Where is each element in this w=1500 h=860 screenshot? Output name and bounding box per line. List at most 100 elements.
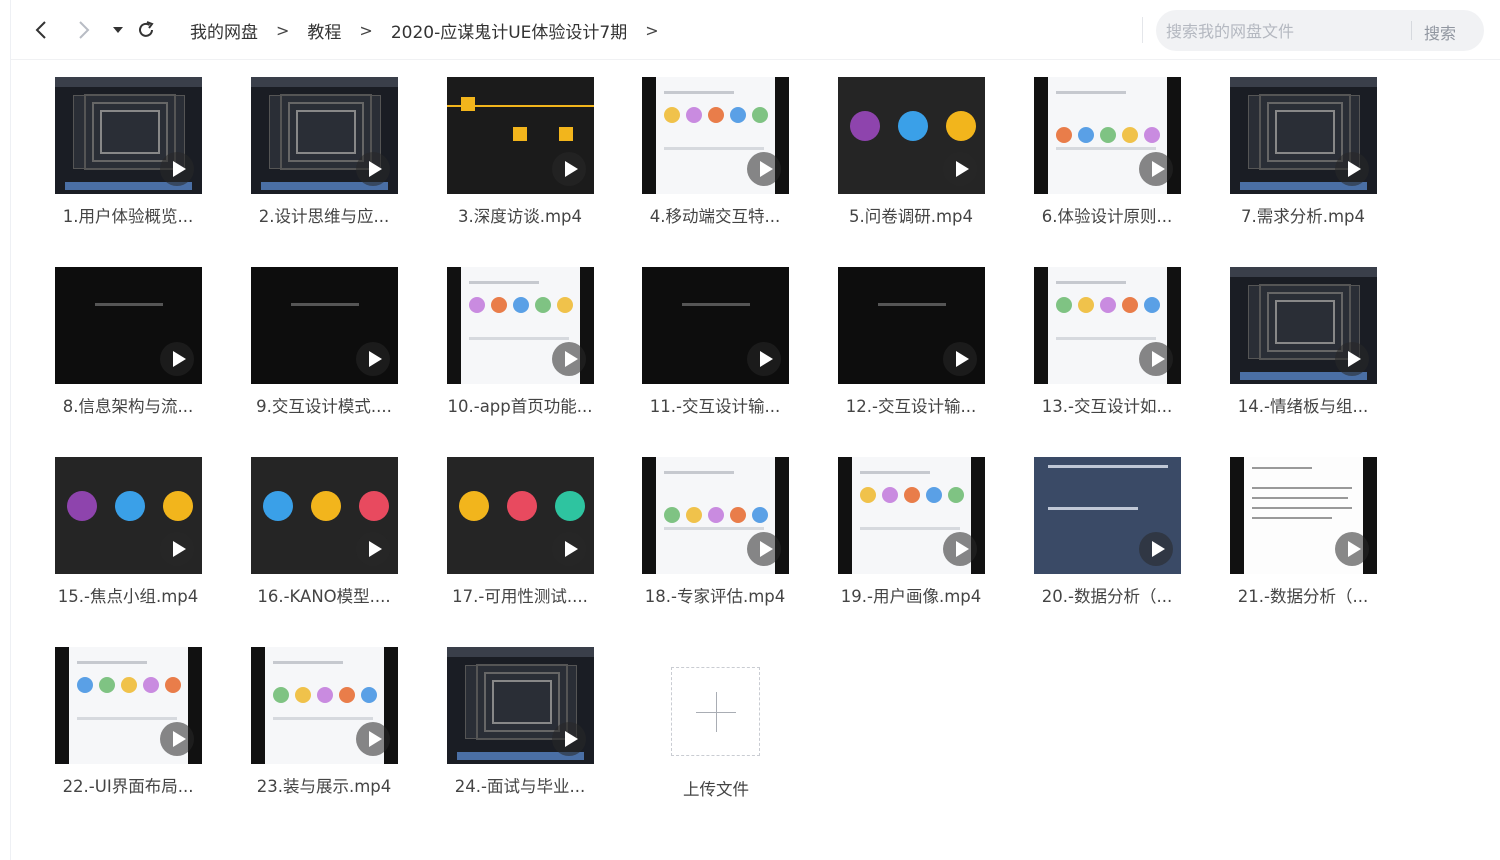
chevron-left-icon <box>35 21 46 39</box>
play-icon <box>160 722 194 756</box>
file-item[interactable]: 11.-交互设计输... <box>632 260 798 440</box>
play-icon <box>1139 532 1173 566</box>
video-thumbnail <box>251 77 398 194</box>
back-button[interactable] <box>27 16 55 44</box>
file-item[interactable]: 20.-数据分析（... <box>1024 450 1190 630</box>
play-icon <box>552 152 586 186</box>
file-name: 8.信息架构与流... <box>62 397 194 416</box>
refresh-icon <box>139 21 154 37</box>
breadcrumb-separator: > <box>645 20 659 40</box>
file-item[interactable]: 1.用户体验概览... <box>45 70 211 250</box>
caret-down-icon <box>113 27 123 33</box>
file-name: 1.用户体验概览... <box>62 207 194 226</box>
file-name: 10.-app首页功能... <box>447 397 593 416</box>
file-name: 20.-数据分析（... <box>1041 587 1173 606</box>
file-item[interactable]: 17.-可用性测试.... <box>437 450 603 630</box>
file-item[interactable]: 19.-用户画像.mp4 <box>828 450 994 630</box>
file-item[interactable]: 5.问卷调研.mp4 <box>828 70 994 250</box>
file-item[interactable]: 8.信息架构与流... <box>45 260 211 440</box>
file-name: 24.-面试与毕业... <box>454 777 586 796</box>
play-icon <box>1335 152 1369 186</box>
file-name: 6.体验设计原则... <box>1041 207 1173 226</box>
file-item[interactable]: 9.交互设计模式.... <box>241 260 407 440</box>
file-name: 21.-数据分析（... <box>1237 587 1369 606</box>
play-icon <box>747 152 781 186</box>
file-item[interactable]: 6.体验设计原则... <box>1024 70 1190 250</box>
video-thumbnail <box>447 647 594 764</box>
breadcrumb-tutorial[interactable]: 教程 <box>307 18 341 43</box>
file-name: 15.-焦点小组.mp4 <box>57 587 199 606</box>
file-item[interactable]: 16.-KANO模型.... <box>241 450 407 630</box>
file-item[interactable]: 21.-数据分析（... <box>1220 450 1386 630</box>
history-dropdown-button[interactable] <box>104 16 132 44</box>
play-icon <box>1139 152 1173 186</box>
upload-label[interactable]: 上传文件 <box>645 776 787 800</box>
video-thumbnail <box>838 457 985 574</box>
file-name: 3.深度访谈.mp4 <box>457 207 583 226</box>
video-thumbnail <box>447 457 594 574</box>
file-item[interactable]: 23.装与展示.mp4 <box>241 640 407 820</box>
play-icon <box>943 342 977 376</box>
play-icon <box>160 532 194 566</box>
file-name: 17.-可用性测试.... <box>452 587 588 606</box>
file-item[interactable]: 7.需求分析.mp4 <box>1220 70 1386 250</box>
upload-button[interactable] <box>671 667 760 756</box>
search-box: 搜索 <box>1156 10 1484 51</box>
video-thumbnail <box>1230 457 1377 574</box>
toolbar: 我的网盘 > 教程 > 2020-应谋鬼计UE体验设计7期 > 搜索 <box>0 0 1500 60</box>
file-item[interactable]: 13.-交互设计如... <box>1024 260 1190 440</box>
video-thumbnail <box>838 77 985 194</box>
play-icon <box>552 532 586 566</box>
video-thumbnail <box>55 267 202 384</box>
refresh-button[interactable] <box>132 16 160 44</box>
play-icon <box>552 722 586 756</box>
file-name: 23.装与展示.mp4 <box>256 777 392 796</box>
file-item[interactable]: 10.-app首页功能... <box>437 260 603 440</box>
search-divider <box>1411 21 1412 40</box>
play-icon <box>747 342 781 376</box>
breadcrumb-separator: > <box>359 20 373 40</box>
play-icon <box>1335 532 1369 566</box>
search-button[interactable]: 搜索 <box>1424 20 1456 44</box>
file-item[interactable]: 18.-专家评估.mp4 <box>632 450 798 630</box>
file-item[interactable]: 15.-焦点小组.mp4 <box>45 450 211 630</box>
play-icon <box>160 152 194 186</box>
video-thumbnail <box>1230 267 1377 384</box>
file-item[interactable]: 4.移动端交互特... <box>632 70 798 250</box>
play-icon <box>356 722 390 756</box>
file-name: 14.-情绪板与组... <box>1237 397 1369 416</box>
video-thumbnail <box>1034 77 1181 194</box>
video-thumbnail <box>447 77 594 194</box>
file-name: 5.问卷调研.mp4 <box>848 207 974 226</box>
file-name: 7.需求分析.mp4 <box>1240 207 1366 226</box>
play-icon <box>943 532 977 566</box>
file-item[interactable]: 2.设计思维与应... <box>241 70 407 250</box>
file-item[interactable]: 3.深度访谈.mp4 <box>437 70 603 250</box>
chevron-right-icon <box>79 21 90 39</box>
file-name: 13.-交互设计如... <box>1041 397 1173 416</box>
play-icon <box>356 342 390 376</box>
file-name: 18.-专家评估.mp4 <box>644 587 786 606</box>
forward-button[interactable] <box>70 16 98 44</box>
video-thumbnail <box>1034 267 1181 384</box>
play-icon <box>356 152 390 186</box>
search-input[interactable] <box>1164 16 1408 46</box>
breadcrumb: 我的网盘 > 教程 > 2020-应谋鬼计UE体验设计7期 > <box>190 0 677 60</box>
file-name: 22.-UI界面布局... <box>62 777 194 796</box>
file-item[interactable]: 12.-交互设计输... <box>828 260 994 440</box>
file-name: 9.交互设计模式.... <box>256 397 392 416</box>
file-item[interactable]: 22.-UI界面布局... <box>45 640 211 820</box>
file-grid: 上传文件 1.用户体验概览... 2.设计思维与应... 3.深度访谈.mp4 4.移… <box>45 70 1425 830</box>
breadcrumb-my-disk[interactable]: 我的网盘 <box>190 18 258 43</box>
play-icon <box>747 532 781 566</box>
file-item[interactable]: 14.-情绪板与组... <box>1220 260 1386 440</box>
breadcrumb-current-folder[interactable]: 2020-应谋鬼计UE体验设计7期 <box>391 18 627 43</box>
play-icon <box>1139 342 1173 376</box>
video-thumbnail <box>642 77 789 194</box>
file-item[interactable]: 24.-面试与毕业... <box>437 640 603 820</box>
file-name: 19.-用户画像.mp4 <box>840 587 982 606</box>
video-thumbnail <box>251 267 398 384</box>
video-thumbnail <box>251 457 398 574</box>
play-icon <box>943 152 977 186</box>
video-thumbnail <box>642 457 789 574</box>
